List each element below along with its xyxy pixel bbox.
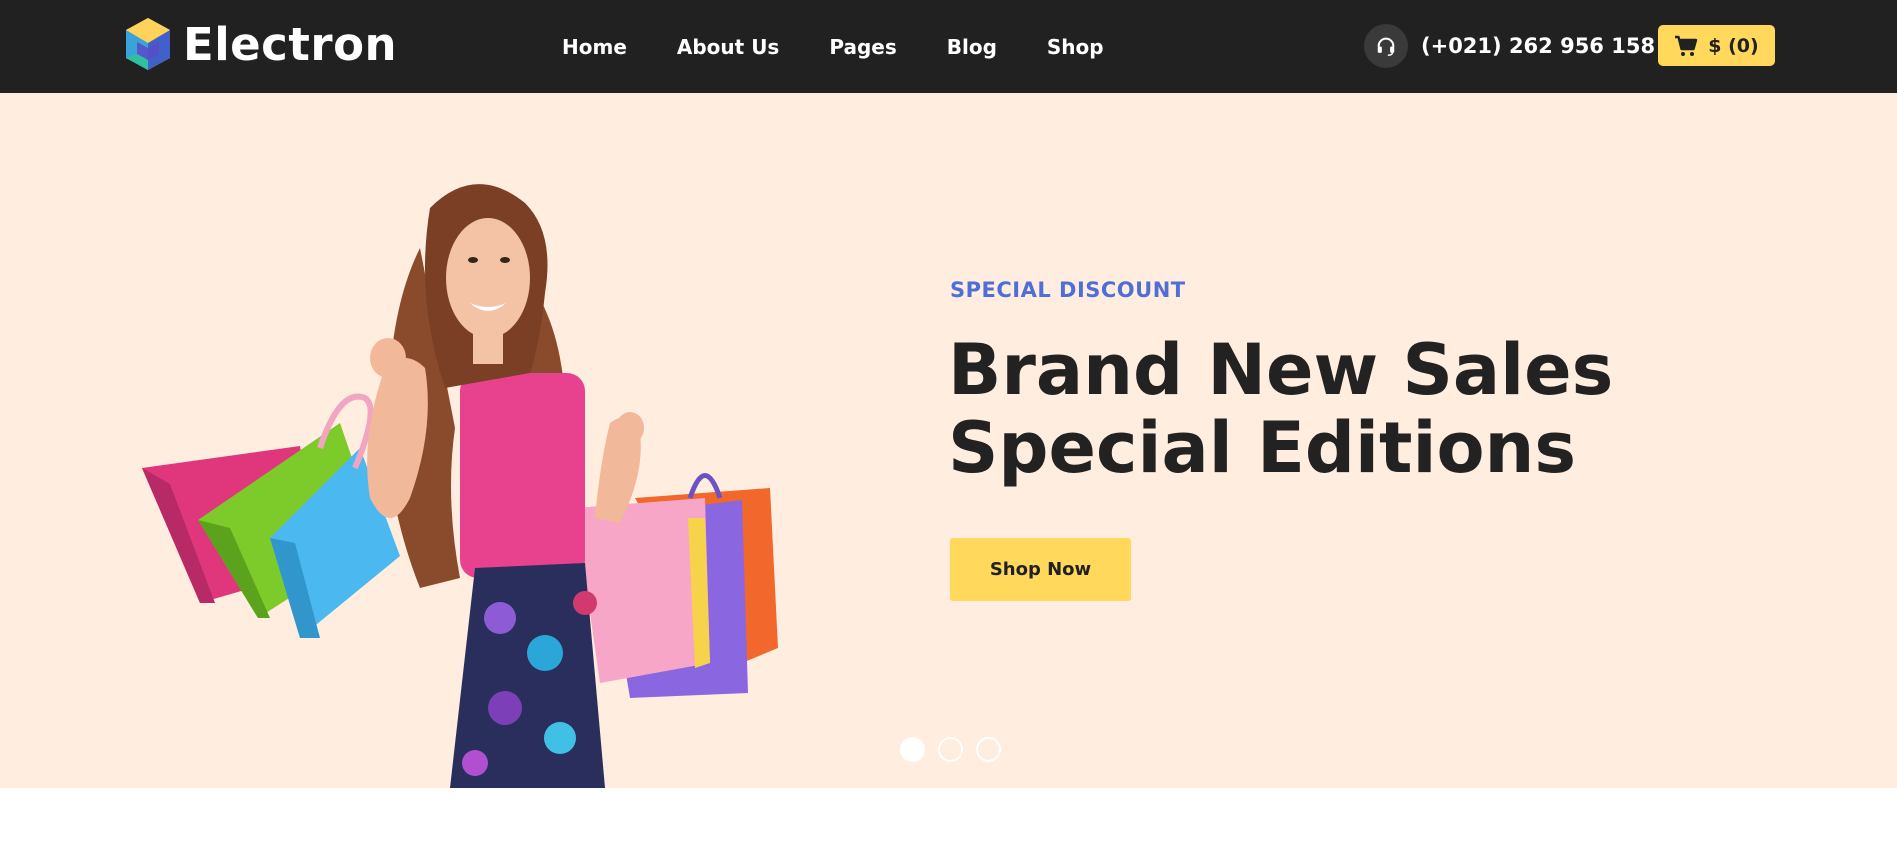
phone-contact[interactable]: (+021) 262 956 158 [1364,24,1655,68]
hero-title-line-2: Special Editions [948,407,1577,489]
slider-dot-3[interactable] [976,737,1001,762]
hero-title-line-1: Brand New Sales [948,329,1614,411]
hero-eyebrow: SPECIAL DISCOUNT [950,278,1186,302]
hero-title: Brand New Sales Special Editions [948,331,1748,487]
hero-image [142,184,778,788]
slider-dots [900,737,1014,762]
brand-logo[interactable]: Electron [123,16,397,72]
nav-item-blog[interactable]: Blog [947,35,997,59]
slider-dot-2[interactable] [938,737,963,762]
site-header: Electron Home About Us Pages Blog Shop (… [0,0,1897,93]
main-nav: Home About Us Pages Blog Shop [562,0,1104,93]
nav-item-about-us[interactable]: About Us [677,35,779,59]
cube-logo-icon [126,18,170,70]
nav-item-shop[interactable]: Shop [1047,35,1104,59]
hero-slider: SPECIAL DISCOUNT Brand New Sales Special… [0,93,1897,788]
headset-icon [1364,24,1408,68]
cart-total: $ (0) [1708,34,1759,57]
brand-name: Electron [183,17,398,71]
shop-now-button[interactable]: Shop Now [950,538,1131,601]
nav-item-home[interactable]: Home [562,35,627,59]
cart-icon [1675,35,1698,56]
slider-dot-1[interactable] [900,737,925,762]
nav-item-pages[interactable]: Pages [829,35,896,59]
phone-number: (+021) 262 956 158 [1421,34,1656,58]
cart-button[interactable]: $ (0) [1658,25,1775,66]
